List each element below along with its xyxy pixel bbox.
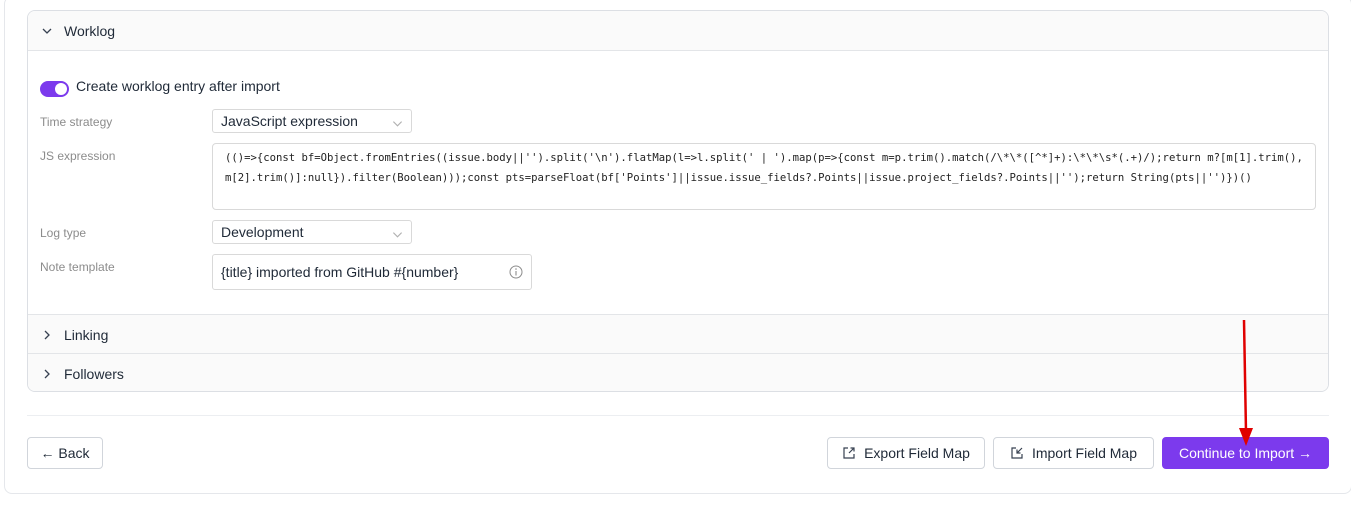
chevron-right-icon: [40, 367, 54, 381]
chevron-down-icon: [392, 116, 403, 127]
continue-to-import-button[interactable]: Continue to Import →: [1162, 437, 1329, 469]
time-strategy-select[interactable]: JavaScript expression: [212, 109, 412, 133]
create-worklog-toggle[interactable]: [40, 81, 69, 97]
linking-panel-header[interactable]: Linking: [28, 315, 1328, 354]
note-template-label: Note template: [40, 260, 115, 274]
note-template-value: {title} imported from GitHub #{number}: [221, 264, 459, 280]
log-type-select[interactable]: Development: [212, 220, 412, 244]
divider: [28, 50, 1328, 51]
chevron-right-icon: [40, 328, 54, 342]
import-icon: [1010, 446, 1024, 460]
worklog-panel-header[interactable]: Worklog: [28, 11, 1328, 50]
note-template-input[interactable]: {title} imported from GitHub #{number}: [212, 254, 532, 290]
footer-divider: [27, 415, 1329, 416]
followers-panel-header[interactable]: Followers: [28, 354, 1328, 391]
export-field-map-label: Export Field Map: [864, 445, 970, 461]
time-strategy-value: JavaScript expression: [221, 113, 358, 129]
import-field-map-button[interactable]: Import Field Map: [993, 437, 1154, 469]
continue-to-import-label: Continue to Import →: [1178, 445, 1313, 461]
settings-collapse: Worklog Create worklog entry after impor…: [27, 10, 1329, 392]
linking-panel-title: Linking: [64, 326, 109, 343]
followers-panel-title: Followers: [64, 365, 124, 382]
js-expression-textarea[interactable]: (()=>{const bf=Object.fromEntries((issue…: [212, 143, 1316, 210]
import-field-map-label: Import Field Map: [1031, 445, 1138, 461]
info-icon[interactable]: [509, 265, 523, 279]
create-worklog-label: Create worklog entry after import: [76, 78, 280, 94]
time-strategy-label: Time strategy: [40, 115, 113, 129]
log-type-label: Log type: [40, 226, 87, 240]
export-field-map-button[interactable]: Export Field Map: [827, 437, 985, 469]
export-icon: [842, 446, 856, 460]
back-button-label: ← Back: [40, 445, 90, 461]
chevron-down-icon: [392, 227, 403, 238]
js-expression-label: JS expression: [40, 149, 116, 163]
worklog-panel-title: Worklog: [64, 22, 116, 39]
chevron-down-icon: [40, 24, 54, 38]
back-button[interactable]: ← Back: [27, 437, 103, 469]
log-type-value: Development: [221, 224, 304, 240]
